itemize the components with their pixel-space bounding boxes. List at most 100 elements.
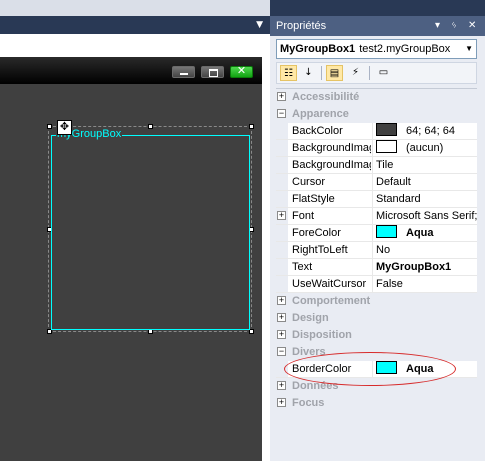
expand-icon[interactable]: + [277,330,286,339]
category-donnees[interactable]: + Données [276,378,477,395]
property-row-bordercolor[interactable]: BorderColor Aqua [276,361,477,378]
column-divider [372,276,373,292]
move-handle-icon[interactable]: ✥ [57,120,72,135]
property-row-backgroundimage[interactable]: BackgroundImage (aucun) [276,140,477,157]
properties-title-bar: Propriétés ▾ ᛃ ✕ [270,16,485,36]
property-value[interactable]: MyGroupBox1 [376,259,477,275]
expand-icon[interactable]: + [277,313,286,322]
column-divider [372,174,373,190]
minimize-icon[interactable] [172,66,195,78]
property-row-flatstyle[interactable]: FlatStyle Standard [276,191,477,208]
toolbar-separator [321,66,322,80]
events-icon[interactable]: ⚡ [347,65,364,81]
form-title-bar[interactable]: ✕ [0,57,262,84]
expand-icon[interactable]: + [277,296,286,305]
chevron-down-icon[interactable]: ▼ [465,40,473,58]
tab-list-dropdown-icon[interactable]: ▼ [256,20,263,30]
column-divider [372,123,373,139]
column-divider [372,242,373,258]
resize-handle-top-left[interactable] [47,124,52,129]
color-swatch [376,225,397,238]
property-row-righttoleft[interactable]: RightToLeft No [276,242,477,259]
property-value[interactable]: Standard [376,191,477,207]
property-value[interactable]: 64; 64; 64 [406,125,455,137]
category-divers[interactable]: − Divers [276,344,477,361]
row-margin [276,191,288,207]
property-row-backgroundimagelayout[interactable]: BackgroundImageLayout Tile [276,157,477,174]
property-name: BackgroundImageLayout [292,159,371,171]
property-value[interactable]: No [376,242,477,258]
property-pages-icon[interactable]: ▭ [375,65,392,81]
property-name: ForeColor [292,227,341,239]
property-value[interactable]: Default [376,174,477,190]
category-apparence[interactable]: − Apparence [276,106,477,123]
category-label: Divers [292,346,326,358]
document-tab-strip: ▼ [0,16,270,34]
category-label: Comportement [292,295,371,307]
column-divider [372,361,373,377]
row-margin [276,225,288,241]
property-row-forecolor[interactable]: ForeColor Aqua [276,225,477,242]
category-accessibilite[interactable]: + Accessibilité [276,89,477,106]
property-row-font[interactable]: + Font Microsoft Sans Serif; 8 [276,208,477,225]
collapse-icon[interactable]: − [277,109,286,118]
object-name: MyGroupBox1 [280,43,356,55]
object-type: test2.myGroupBox [359,43,451,55]
category-comportement[interactable]: + Comportement [276,293,477,310]
pin-icon[interactable]: ᛃ [451,16,457,36]
category-focus[interactable]: + Focus [276,395,477,412]
column-divider [372,259,373,275]
expand-icon[interactable]: + [277,381,286,390]
expand-icon[interactable]: + [277,92,286,101]
row-margin [276,174,288,190]
category-label: Design [292,312,329,324]
color-swatch [376,361,397,374]
property-value[interactable]: Aqua [406,363,434,375]
property-value[interactable]: False [376,276,477,292]
row-margin [276,157,288,173]
groupbox-frame[interactable] [51,135,250,330]
category-label: Focus [292,397,325,409]
image-swatch [376,140,397,153]
property-name: Font [292,210,315,222]
property-name: BackColor [292,125,343,137]
column-divider [372,208,373,224]
alphabetical-icon[interactable]: ↓ [300,65,317,81]
maximize-icon[interactable] [201,66,224,78]
property-row-usewaitcursor[interactable]: UseWaitCursor False [276,276,477,293]
category-label: Données [292,380,339,392]
property-row-backcolor[interactable]: BackColor 64; 64; 64 [276,123,477,140]
property-row-cursor[interactable]: Cursor Default [276,174,477,191]
expand-icon[interactable]: + [277,211,286,220]
column-divider [372,157,373,173]
category-design[interactable]: + Design [276,310,477,327]
color-swatch [376,123,397,136]
resize-handle-top-right[interactable] [249,124,254,129]
properties-icon[interactable]: ▤ [326,65,343,81]
category-label: Accessibilité [292,91,360,103]
property-value[interactable]: (aucun) [406,142,443,154]
property-value[interactable]: Aqua [406,227,434,239]
close-panel-icon[interactable]: ✕ [468,16,476,36]
property-row-text[interactable]: Text MyGroupBox1 [276,259,477,276]
row-margin [276,276,288,292]
property-grid: + Accessibilité − Apparence BackColor 64… [276,88,477,412]
row-margin [276,242,288,258]
column-divider [372,225,373,241]
row-margin [276,123,288,139]
column-divider [372,191,373,207]
resize-handle-top[interactable] [148,124,153,129]
window-position-icon[interactable]: ▾ [435,16,440,36]
column-divider [372,140,373,156]
collapse-icon[interactable]: − [277,347,286,356]
property-name: BorderColor [292,363,352,375]
property-name: UseWaitCursor [292,278,367,290]
property-value[interactable]: Tile [376,157,477,173]
toolbar-separator [369,66,370,80]
category-disposition[interactable]: + Disposition [276,327,477,344]
expand-icon[interactable]: + [277,398,286,407]
categorized-icon[interactable]: ☷ [280,65,297,81]
close-icon[interactable]: ✕ [230,64,253,78]
property-value[interactable]: Microsoft Sans Serif; 8 [376,208,477,224]
object-selector[interactable]: MyGroupBox1 test2.myGroupBox ▼ [276,39,477,59]
